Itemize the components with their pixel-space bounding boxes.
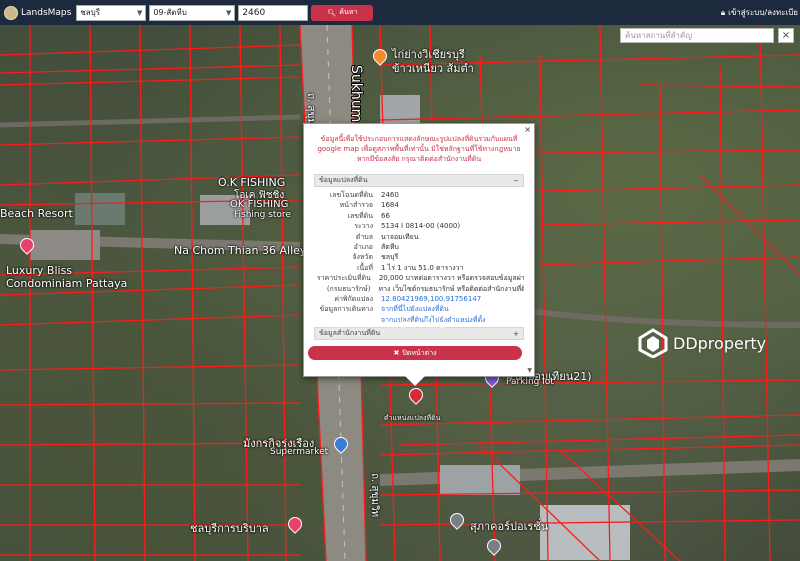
district-value: 09-สัตหีบ: [153, 8, 187, 17]
close-window-button[interactable]: ✖ ปิดหน้าต่าง: [308, 346, 522, 361]
close-icon: ✖: [393, 349, 400, 358]
info-value: 20,000 บาทต่อตารางวา หรือตรวจสอบข้อมูลผ่…: [378, 274, 524, 283]
info-key: เนื้อที่: [357, 263, 373, 272]
ddproperty-watermark: DDproperty: [638, 328, 766, 358]
ddproperty-logo-icon: [638, 328, 668, 358]
info-key: เลขที่ดิน: [347, 211, 373, 220]
info-link[interactable]: จากที่นี่ไปยังแปลงที่ดิน: [381, 304, 449, 314]
deed-number-input[interactable]: 2460: [238, 4, 309, 21]
poi-ok-fishing-2: OK FISHING: [230, 199, 289, 210]
login-link[interactable]: 🔒︎ เข้าสู่ระบบ/ลงทะเบีย: [721, 6, 798, 19]
disclaimer-notice: ข้อมูลนี้เพื่อใช้ประกอบการแสดงลักษณะรูปแ…: [317, 135, 521, 163]
info-row: ตำบล นาจอมเทียน: [314, 232, 524, 242]
info-key: ข้อมูลการเดินทาง: [319, 305, 373, 314]
close-window-label: ปิดหน้าต่าง: [402, 348, 437, 357]
close-icon[interactable]: ×: [778, 28, 794, 43]
info-row: จังหวัด ชลบุรี: [314, 252, 524, 262]
scroll-down-icon[interactable]: ▼: [527, 367, 532, 374]
info-value: 66: [381, 211, 390, 220]
info-value: ทาง เว็บไซต์กรมธนารักษ์ หรือติดต่อสำนักง…: [378, 284, 525, 293]
poi-luxury-bliss: Luxury Bliss: [6, 264, 73, 277]
info-row: ราคาประเมินที่ดิน 20,000 บาทต่อตารางวา หร…: [314, 273, 524, 283]
parcel-location-label: ตำแหน่งแปลงที่ดิน: [384, 414, 441, 422]
info-key: ค่าพิกัดแปลง: [334, 295, 373, 304]
poi-supermarket: Supermarket: [270, 447, 329, 457]
poi-parking: Parking lot: [506, 377, 554, 387]
poi-restaurant-sub: ข้าวเหนียว ส้มตำ: [392, 62, 474, 75]
info-row: เลขที่ดิน 66: [314, 211, 524, 221]
chevron-down-icon: ▼: [225, 8, 232, 17]
province-value: ชลบุรี: [80, 8, 101, 17]
popup-tail: [405, 376, 425, 386]
info-value: ชลบุรี: [381, 253, 399, 262]
svg-text:Sukhum: Sukhum: [348, 65, 364, 122]
info-key: หน้าสำรวจ: [339, 201, 373, 210]
info-link[interactable]: 12.80421969,100.91756147: [381, 294, 481, 304]
info-row: อำเภอ สัตหีบ: [314, 242, 524, 252]
info-row: เลขโฉนดที่ดิน 2460: [314, 190, 524, 200]
info-row: (กรมธนารักษ์) ทาง เว็บไซต์กรมธนารักษ์ หรื…: [314, 284, 524, 294]
info-key: อำเภอ: [353, 243, 373, 252]
chevron-down-icon: ▼: [136, 8, 143, 17]
info-key: จังหวัด: [352, 253, 373, 262]
search-button[interactable]: 🔍︎ ค้นหา: [311, 4, 374, 21]
district-select[interactable]: 09-สัตหีบ ▼: [149, 4, 236, 21]
landmark-search-input[interactable]: ค้นหาสถานที่สำคัญ: [620, 28, 774, 43]
poi-hospital: ชลบุรีการบริบาล: [190, 522, 269, 535]
info-row: ระวาง 5134 I 0814-00 (4000): [314, 221, 524, 231]
parcel-info-list: เลขโฉนดที่ดิน 2460 หน้าสำรวจ 1684 เลขที่ดิน 6…: [314, 190, 524, 325]
poi-fishing-store: Fishing store: [234, 210, 291, 220]
collapse-icon[interactable]: −: [513, 177, 519, 185]
street-label-na-chom: Na Chom Thian 36 Alley: [174, 244, 307, 257]
search-icon: 🔍︎: [327, 8, 337, 17]
section-land-office-header[interactable]: ข้อมูลสำนักงานที่ดิน +: [314, 327, 524, 341]
info-key: (กรมธนารักษ์): [326, 284, 371, 293]
info-row: จากแปลงที่ดินถึงไปยังตำแหน่งที่ตั้ง: [314, 315, 524, 325]
info-key: ตำบล: [355, 232, 373, 241]
info-value: 5134 I 0814-00 (4000): [381, 222, 461, 231]
poi-luxury-bliss-2: Condominiam Pattaya: [6, 277, 128, 290]
section-title: ข้อมูลแปลงที่ดิน: [319, 176, 368, 184]
road-label-bottom: ถ. สุขุมวิท: [369, 473, 380, 518]
section-parcel-info-header[interactable]: ข้อมูลแปลงที่ดิน −: [314, 174, 524, 187]
info-key: [314, 315, 381, 325]
province-select[interactable]: ชลบุรี ▼: [76, 4, 147, 21]
info-row: ข้อมูลการเดินทาง จากที่นี่ไปยังแปลงที่ดิน: [314, 304, 524, 314]
login-label: เข้าสู่ระบบ/ลงทะเบีย: [728, 8, 798, 17]
top-bar: LandsMaps ชลบุรี ▼ 09-สัตหีบ ▼ 2460 🔍︎ ค…: [0, 0, 800, 25]
search-button-label: ค้นหา: [339, 8, 358, 16]
info-value: 1684: [381, 201, 399, 210]
info-key: ราคาประเมินที่ดิน: [316, 274, 371, 283]
info-row: เนื้อที่ 1 ไร่ 1 งาน 51.0 ตารางวา: [314, 263, 524, 273]
poi-beach-resort: Beach Resort: [0, 207, 73, 220]
info-value: 1 ไร่ 1 งาน 51.0 ตารางวา: [381, 263, 464, 272]
lock-icon: 🔒︎: [720, 7, 726, 17]
info-row: ค่าพิกัดแปลง 12.80421969,100.91756147: [314, 294, 524, 304]
close-icon[interactable]: ×: [524, 125, 531, 134]
expand-icon[interactable]: +: [513, 330, 519, 338]
info-value: 2460: [381, 191, 399, 199]
info-key: ระวาง: [354, 222, 373, 231]
parcel-info-popup: × ข้อมูลนี้เพื่อใช้ประกอบการแสดงลักษณะรู…: [303, 123, 535, 377]
landsmaps-logo-icon[interactable]: [4, 5, 18, 20]
poi-corporation: สุภาคอร์ปอเรชั่น: [470, 520, 549, 533]
info-value: สัตหีบ: [381, 243, 399, 252]
ddproperty-text: DDproperty: [673, 333, 767, 353]
info-value: นาจอมเทียน: [381, 232, 419, 241]
info-key: เลขโฉนดที่ดิน: [329, 191, 373, 199]
brand-name[interactable]: LandsMaps: [21, 8, 71, 18]
info-link[interactable]: จากแปลงที่ดินถึงไปยังตำแหน่งที่ตั้ง: [381, 315, 485, 325]
info-row: หน้าสำรวจ 1684: [314, 200, 524, 210]
section-title: ข้อมูลสำนักงานที่ดิน: [319, 329, 381, 338]
